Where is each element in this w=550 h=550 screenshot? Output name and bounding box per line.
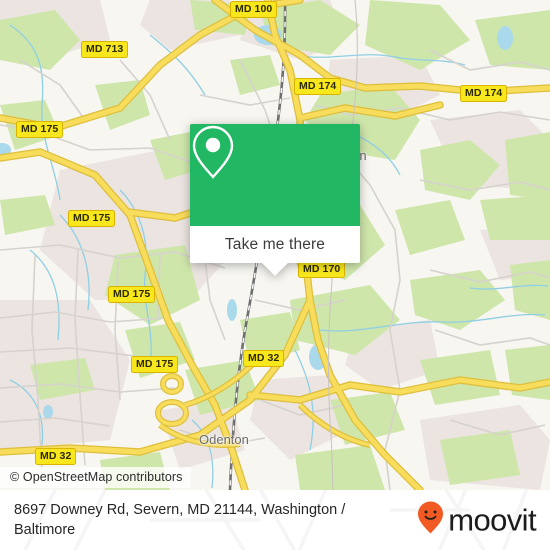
- shield-md-713[interactable]: MD 713: [81, 41, 129, 58]
- shield-md-174-west[interactable]: MD 174: [294, 78, 342, 95]
- moovit-wordmark: moovit: [448, 502, 536, 538]
- moovit-pin-icon: [417, 501, 444, 540]
- popup-pointer-tail: [262, 263, 288, 276]
- shield-md-32-west[interactable]: MD 32: [35, 448, 77, 465]
- popup-header: [190, 124, 360, 226]
- shield-md-175-sw[interactable]: MD 175: [108, 286, 156, 303]
- map-canvas[interactable]: MD 100 MD 713 MD 174 MD 174 MD 175 MD 17…: [0, 0, 550, 490]
- shield-md-32-east[interactable]: MD 32: [243, 350, 285, 367]
- footer-bar: 8697 Downey Rd, Severn, MD 21144, Washin…: [0, 490, 550, 550]
- address-text: 8697 Downey Rd, Severn, MD 21144, Washin…: [14, 502, 346, 538]
- moovit-logo[interactable]: moovit: [417, 501, 537, 540]
- shield-md-175-s[interactable]: MD 175: [131, 356, 179, 373]
- shield-md-170[interactable]: MD 170: [298, 261, 346, 278]
- map-attribution[interactable]: © OpenStreetMap contributors: [0, 467, 191, 488]
- place-label-odenton: Odenton: [199, 432, 249, 447]
- shield-md-175-nw[interactable]: MD 175: [16, 121, 64, 138]
- shield-md-174-east[interactable]: MD 174: [460, 85, 508, 102]
- moovit-map-screen: MD 100 MD 713 MD 174 MD 174 MD 175 MD 17…: [0, 0, 550, 550]
- take-me-there-button[interactable]: Take me there: [190, 226, 360, 263]
- take-me-there-label: Take me there: [224, 235, 326, 253]
- shield-md-100[interactable]: MD 100: [230, 1, 278, 18]
- shield-md-175-w[interactable]: MD 175: [68, 210, 116, 227]
- location-popup-card[interactable]: Take me there: [190, 124, 360, 276]
